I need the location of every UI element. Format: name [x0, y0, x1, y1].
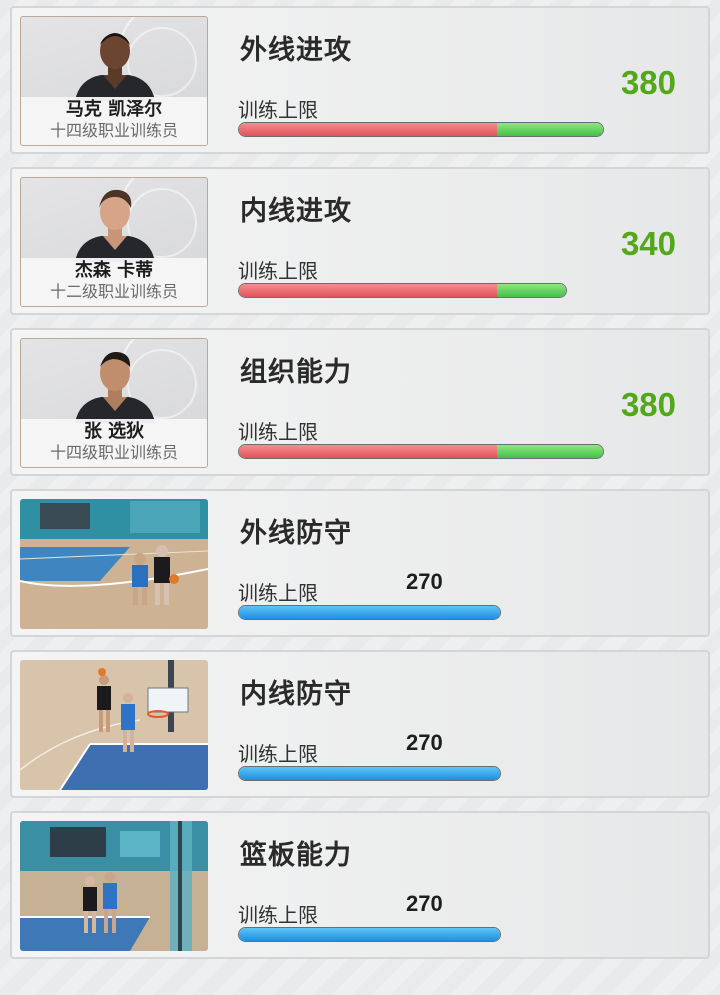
coach-nameplate: 马克 凯泽尔 十四级职业训练员 — [21, 97, 207, 145]
training-card-interior-defense[interactable]: 内线防守 训练上限 270 — [10, 650, 710, 798]
training-title: 外线进攻 — [240, 35, 352, 66]
training-progress-bar — [238, 766, 501, 781]
training-limit-value: 270 — [406, 891, 443, 916]
coach-avatar-icon — [75, 351, 155, 423]
bar-fill-segment — [239, 606, 500, 619]
coach-rank: 十二级职业训练员 — [49, 282, 178, 301]
training-title: 内线防守 — [240, 679, 352, 710]
training-limit-label: 训练上限 — [238, 742, 318, 766]
training-progress-bar — [238, 605, 501, 620]
training-card-interior-offense[interactable]: 杰森 卡蒂 十二级职业训练员 内线进攻 训练上限 340 — [10, 167, 710, 315]
bar-base-segment — [239, 284, 498, 297]
training-title: 组织能力 — [240, 357, 352, 388]
training-card-perimeter-defense[interactable]: 外线防守 训练上限 270 — [10, 489, 710, 637]
training-progress-bar — [238, 283, 567, 298]
coach-avatar-icon — [75, 33, 155, 101]
bar-fill-segment — [239, 767, 500, 780]
training-progress-bar — [238, 122, 604, 137]
training-progress-bar — [238, 444, 604, 459]
perimeter-defense-scene-icon[interactable] — [20, 499, 208, 629]
training-limit-label: 训练上限 — [238, 259, 318, 283]
coach-name: 马克 凯泽尔 — [65, 99, 163, 120]
training-limit-label: 训练上限 — [238, 903, 318, 927]
training-title: 内线进攻 — [240, 196, 352, 227]
bar-base-segment — [239, 123, 498, 136]
bar-bonus-segment — [497, 123, 603, 136]
training-card-playmaking[interactable]: 张 选狄 十四级职业训练员 组织能力 训练上限 380 — [10, 328, 710, 476]
bar-bonus-segment — [497, 284, 566, 297]
training-card-rebounding[interactable]: 篮板能力 训练上限 270 — [10, 811, 710, 959]
training-limit-score: 340 — [620, 225, 676, 262]
rebound-scene-icon[interactable] — [20, 821, 208, 951]
bar-fill-segment — [239, 928, 500, 941]
training-limit-value: 270 — [406, 730, 443, 755]
coach-name: 杰森 卡蒂 — [74, 260, 154, 281]
training-limit-label: 训练上限 — [238, 98, 318, 122]
coach-nameplate: 杰森 卡蒂 十二级职业训练员 — [21, 258, 207, 306]
training-title: 篮板能力 — [240, 840, 352, 871]
coach-nameplate: 张 选狄 十四级职业训练员 — [21, 419, 207, 467]
bar-bonus-segment — [497, 445, 603, 458]
training-limit-label: 训练上限 — [238, 581, 318, 605]
training-limit-value: 270 — [406, 569, 443, 594]
coach-name: 张 选狄 — [83, 421, 145, 442]
training-title: 外线防守 — [240, 518, 352, 549]
training-limit-label: 训练上限 — [238, 420, 318, 444]
training-progress-bar — [238, 927, 501, 942]
interior-defense-scene-icon[interactable] — [20, 660, 208, 790]
bar-base-segment — [239, 445, 498, 458]
coach-portrait[interactable]: 杰森 卡蒂 十二级职业训练员 — [20, 177, 208, 307]
coach-avatar-icon — [75, 189, 155, 262]
coach-portrait[interactable]: 张 选狄 十四级职业训练员 — [20, 338, 208, 468]
coach-portrait[interactable]: 马克 凯泽尔 十四级职业训练员 — [20, 16, 208, 146]
coach-rank: 十四级职业训练员 — [49, 121, 178, 140]
training-limit-score: 380 — [620, 386, 676, 423]
training-card-perimeter-offense[interactable]: 马克 凯泽尔 十四级职业训练员 外线进攻 训练上限 380 — [10, 6, 710, 154]
training-limit-score: 380 — [620, 64, 676, 101]
coach-rank: 十四级职业训练员 — [49, 443, 178, 462]
